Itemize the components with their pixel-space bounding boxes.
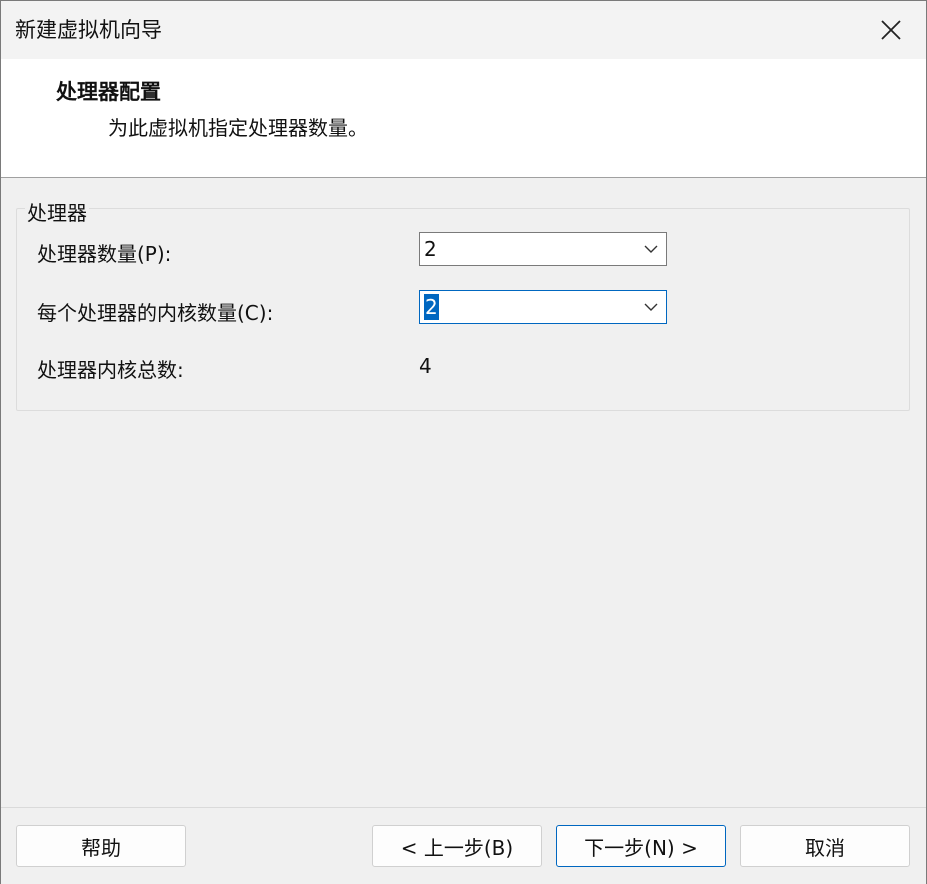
cancel-button[interactable]: 取消 [740, 825, 910, 867]
total-cores-value: 4 [419, 354, 432, 378]
close-button[interactable] [856, 1, 926, 59]
processor-count-label: 处理器数量(P): [37, 242, 172, 266]
cores-per-processor-label: 每个处理器的内核数量(C): [37, 301, 274, 325]
chevron-down-icon [644, 303, 658, 311]
cores-per-processor-dropdown[interactable]: 2 [419, 290, 667, 324]
close-icon [881, 20, 901, 40]
help-button[interactable]: 帮助 [16, 825, 186, 867]
processor-count-dropdown[interactable]: 2 [419, 232, 667, 266]
wizard-header: 处理器配置 为此虚拟机指定处理器数量。 [1, 59, 926, 178]
wizard-footer: 帮助 < 上一步(B) 下一步(N) > 取消 [1, 807, 926, 884]
processor-group-legend: 处理器 [25, 197, 89, 226]
new-vm-wizard-dialog: 新建虚拟机向导 处理器配置 为此虚拟机指定处理器数量。 处理器 处理器数量(P)… [0, 0, 927, 884]
processor-count-value: 2 [424, 237, 437, 261]
chevron-down-icon [644, 245, 658, 253]
next-button[interactable]: 下一步(N) > [556, 825, 726, 867]
title-bar: 新建虚拟机向导 [1, 1, 926, 59]
window-title: 新建虚拟机向导 [15, 18, 162, 42]
cores-per-processor-value: 2 [424, 294, 439, 320]
total-cores-label: 处理器内核总数: [37, 358, 184, 382]
page-subtitle: 为此虚拟机指定处理器数量。 [108, 116, 368, 140]
back-button[interactable]: < 上一步(B) [372, 825, 542, 867]
page-title: 处理器配置 [56, 80, 161, 104]
